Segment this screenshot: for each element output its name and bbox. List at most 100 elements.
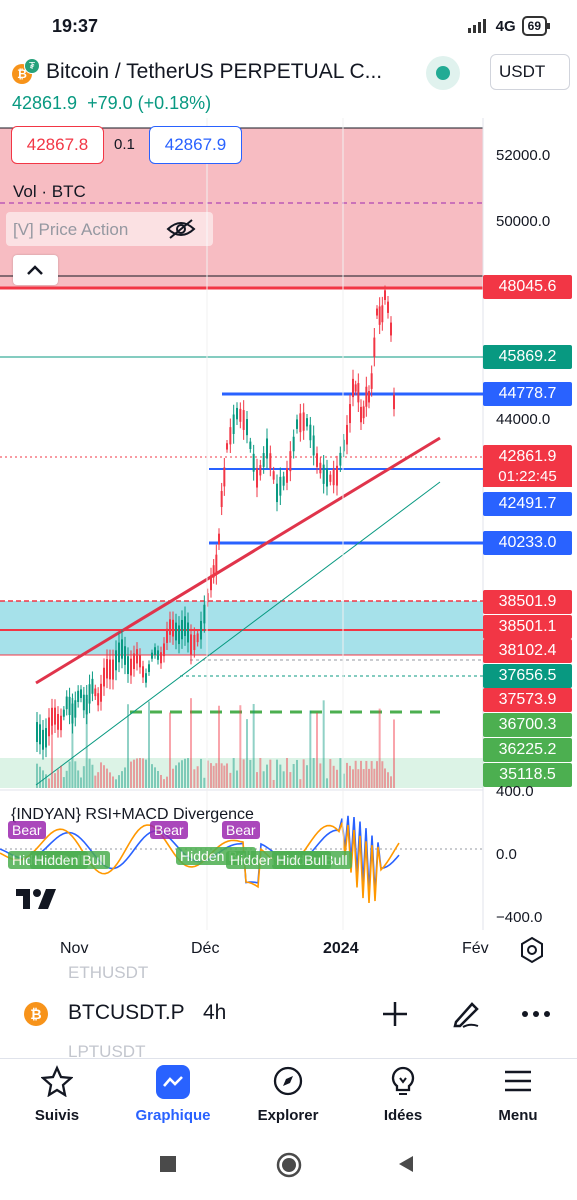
symbol-name[interactable]: BTCUSDT.P — [68, 1001, 185, 1025]
volume-bar — [232, 758, 235, 788]
volume-bar — [329, 759, 332, 788]
signal-icon — [467, 19, 486, 33]
volume-bar — [296, 759, 298, 788]
sell-price-button[interactable]: 42867.8 — [11, 126, 104, 164]
volume-bar — [71, 698, 74, 788]
volume-bar — [316, 712, 318, 788]
nav-label: Menu — [498, 1107, 538, 1124]
time-tick: Nov — [60, 940, 89, 957]
candle-body — [115, 650, 117, 671]
candle-body — [236, 407, 238, 420]
home-icon[interactable] — [276, 1152, 302, 1178]
volume-bar — [319, 763, 322, 788]
candle-body — [60, 715, 62, 731]
candle-countdown: 01:22:45 — [483, 467, 572, 487]
candle-body — [378, 306, 381, 325]
symbol-title[interactable]: Bitcoin / TetherUS PERPETUAL C... — [46, 60, 382, 84]
candle-body — [279, 476, 282, 496]
symbol-header: ₿ ₮ Bitcoin / TetherUS PERPETUAL C... US… — [0, 52, 577, 92]
price-tag: 36700.3 — [483, 713, 572, 737]
candle-body — [112, 659, 114, 680]
volume-legend[interactable]: Vol · BTC — [13, 182, 86, 202]
price-tag: 48045.6 — [483, 275, 572, 299]
collapse-legend-button[interactable] — [13, 255, 58, 285]
symbol-list-item[interactable]: ETHUSDT — [68, 963, 148, 983]
nav-item-ideas[interactable]: Idées — [348, 1059, 458, 1131]
candle-body — [196, 633, 199, 643]
volume-bar — [178, 762, 180, 788]
candle-body — [229, 427, 232, 445]
candle-body — [97, 693, 100, 706]
price-tick: 50000.0 — [496, 213, 551, 230]
volume-bar — [302, 759, 305, 788]
battery-level: 69 — [527, 19, 541, 33]
volume-bar — [378, 708, 381, 788]
volume-bar — [121, 771, 123, 788]
nav-item-chart[interactable]: Graphique — [118, 1059, 228, 1131]
volume-bar — [286, 758, 288, 788]
volume-bar — [352, 769, 354, 788]
candle-body — [103, 667, 105, 687]
volume-bar — [262, 771, 265, 788]
nav-label: Suivis — [34, 1107, 80, 1124]
volume-bar — [169, 712, 171, 788]
nav-item-watchlist[interactable]: Suivis — [2, 1059, 112, 1131]
volume-bar — [239, 705, 242, 788]
back-icon[interactable] — [396, 1154, 416, 1174]
candle-body — [218, 533, 220, 545]
volume-bar — [299, 779, 302, 788]
bull-signal-label: Hidden Bull — [30, 851, 110, 869]
candle-body — [187, 622, 189, 643]
volume-bar — [373, 768, 376, 788]
nav-item-explore[interactable]: Explorer — [233, 1059, 343, 1131]
system-navigation-bar — [0, 1130, 577, 1200]
candle-body — [74, 700, 77, 718]
time-tick: 2024 — [323, 940, 359, 957]
volume-bar — [376, 761, 378, 788]
volume-bar — [212, 765, 215, 788]
volume-bar — [184, 758, 186, 788]
volume-bar — [256, 772, 258, 788]
live-dot-icon — [436, 66, 450, 80]
volume-bar — [100, 762, 102, 788]
nav-item-menu[interactable]: Menu — [463, 1059, 573, 1131]
candle-body — [289, 451, 292, 472]
indicator-tick: −400.0 — [496, 909, 543, 926]
candle-body — [390, 322, 392, 336]
price-action-legend[interactable]: [V] Price Action — [6, 212, 213, 246]
nav-label: Idées — [383, 1107, 423, 1124]
eye-off-icon[interactable] — [166, 218, 196, 240]
plus-icon[interactable] — [379, 998, 411, 1030]
buy-price-button[interactable]: 42867.9 — [149, 126, 242, 164]
volume-bar — [60, 765, 62, 788]
candle-body — [193, 634, 196, 651]
candle-body — [154, 647, 156, 655]
candle-body — [373, 337, 376, 357]
candle-body — [239, 408, 242, 422]
market-status-icon[interactable] — [426, 56, 460, 90]
sell-price: 42867.8 — [26, 135, 89, 154]
indicator-title[interactable]: {INDYAN} RSI+MACD Divergence — [11, 806, 254, 824]
drawing-pen-icon[interactable] — [450, 998, 482, 1030]
volume-bar — [269, 759, 272, 788]
candle-body — [148, 664, 150, 673]
candle-body — [296, 419, 298, 429]
more-icon[interactable] — [520, 998, 552, 1030]
volume-bar — [215, 763, 218, 788]
tether-logo-icon: ₮ — [24, 58, 40, 74]
candle-body — [160, 652, 162, 664]
volume-bar — [360, 760, 362, 788]
volume-bar — [115, 779, 117, 788]
recent-apps-icon[interactable] — [158, 1154, 178, 1174]
currency-selector[interactable]: USDT — [490, 54, 570, 90]
candle-body — [109, 659, 111, 680]
compass-icon — [273, 1066, 303, 1096]
volume-bar — [193, 769, 196, 788]
chart-settings-icon[interactable] — [518, 936, 546, 964]
interval-selector[interactable]: 4h — [203, 1001, 226, 1025]
volume-bar — [82, 766, 85, 788]
status-time: 19:37 — [52, 15, 99, 36]
time-tick: Fév — [462, 940, 489, 957]
candle-body — [368, 390, 370, 403]
candle-body — [215, 554, 218, 575]
